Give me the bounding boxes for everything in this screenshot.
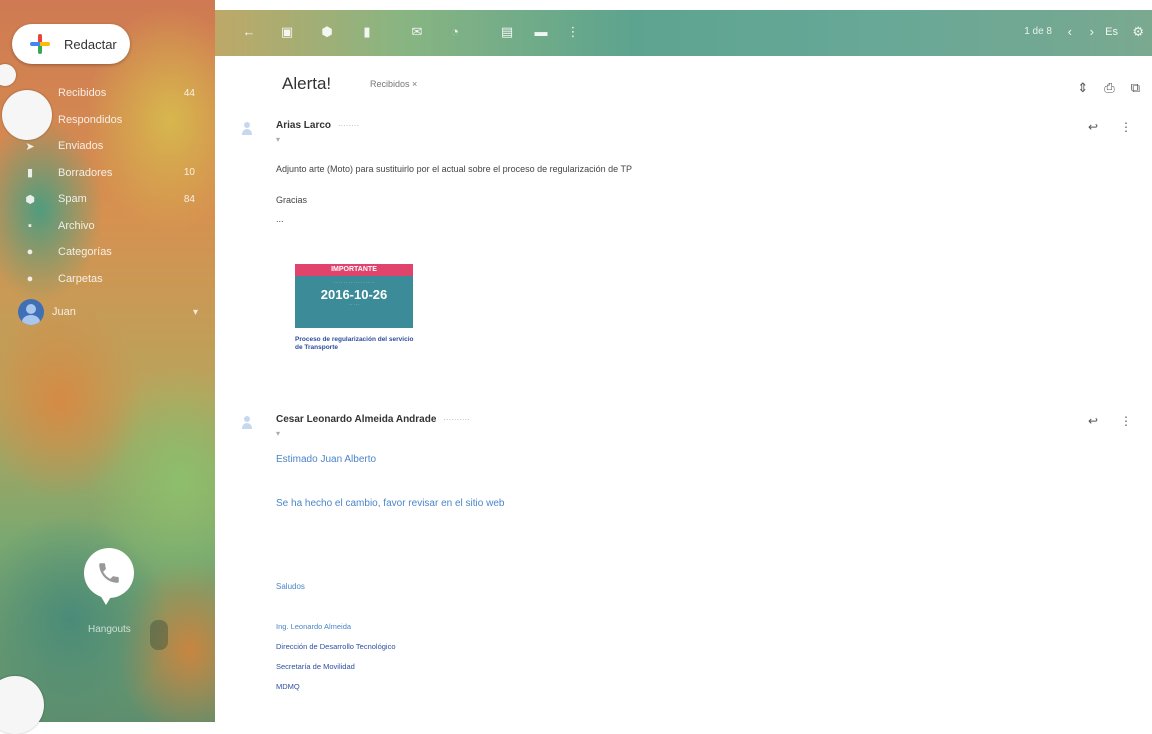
sender-label: Cesar Leonardo Almeida Andrade (276, 414, 437, 425)
hangouts-bubble (84, 548, 134, 605)
signature-name: Ing. Leonardo Almeida (276, 622, 352, 631)
phone-icon (99, 563, 119, 583)
chevron-down-icon: ▾ (192, 306, 198, 318)
more-options-icon[interactable]: ⋮ (1120, 414, 1132, 428)
sender-avatar-icon (240, 416, 254, 430)
email-message: Arias Larco ········ ▾ ↩ ⋮ Adjunto arte … (240, 120, 1140, 370)
pane-actions: ⇕ ⎙ ⧉ (1077, 80, 1140, 96)
person-icon (150, 620, 168, 650)
reply-icon[interactable]: ↩ (1088, 120, 1098, 134)
attachment-date-sub: · · · · · (348, 302, 360, 307)
message-greeting: Estimado Juan Alberto (276, 454, 377, 465)
unread-count: 44 (183, 87, 195, 99)
avatar (18, 299, 44, 325)
message-ellipsis[interactable]: ... (276, 214, 284, 224)
signature-org: MDMQ (276, 682, 300, 691)
inline-image-attachment[interactable]: IMPORTANTE · · · · · · · · · · · · · · ·… (295, 264, 421, 367)
message-body-text: Adjunto arte (Moto) para sustituirlo por… (276, 164, 633, 174)
hangouts-call-button[interactable] (84, 548, 134, 605)
folder-icon: ● (26, 272, 34, 285)
gear-icon[interactable]: ⚙ (1132, 24, 1144, 40)
back-arrow-icon[interactable]: ← (241, 25, 257, 39)
sender-address: ········ (337, 121, 360, 130)
message-actions: ↩ ⋮ (1088, 120, 1132, 134)
recipient-line[interactable]: ▾ (276, 135, 280, 144)
sidebar-item-label: Borradores (58, 166, 113, 179)
sidebar-item-label: Recibidos (58, 87, 107, 100)
email-message: Cesar Leonardo Almeida Andrade ·········… (240, 414, 1140, 714)
sidebar-item-drafts[interactable]: ▮ Borradores 10 (0, 160, 215, 187)
input-tools-icon[interactable]: Es (1105, 26, 1118, 38)
overlay-circle (2, 90, 52, 140)
add-task-icon[interactable]: ▤ (499, 25, 515, 39)
signature-secretariat: Secretaría de Movilidad (276, 662, 355, 671)
sidebar-item-categories[interactable]: ● Categorías (0, 239, 215, 266)
sidebar-item-folders[interactable]: ● Carpetas (0, 266, 215, 293)
attachment-banner: IMPORTANTE (295, 264, 413, 276)
sender-name[interactable]: Cesar Leonardo Almeida Andrade ·········… (276, 414, 470, 425)
sender-avatar-icon (240, 122, 254, 136)
open-new-window-icon[interactable]: ⧉ (1131, 80, 1140, 96)
delete-icon[interactable]: ▮ (359, 25, 375, 39)
next-page-icon[interactable]: › (1090, 24, 1094, 39)
spam-icon: ⬢ (25, 193, 35, 206)
mark-unread-icon[interactable]: ✉ (409, 25, 425, 39)
expand-icon[interactable]: ⇕ (1077, 80, 1088, 96)
print-icon[interactable]: ⎙ (1104, 80, 1114, 96)
send-icon: ➤ (25, 140, 35, 153)
unread-count: 10 (183, 167, 195, 179)
compose-button[interactable]: Redactar (12, 24, 130, 64)
attachment-date: 2016-10-26 (320, 287, 388, 302)
sidebar-item-archive[interactable]: ▪ Archivo (0, 213, 215, 240)
sender-name[interactable]: Arias Larco ········ (276, 120, 359, 131)
recipient-line[interactable]: ▾ (276, 429, 280, 438)
draft-icon: ▮ (26, 167, 34, 180)
report-spam-icon[interactable]: ⬢ (319, 25, 335, 39)
prev-page-icon[interactable]: ‹ (1068, 24, 1072, 39)
more-icon[interactable]: ⋮ (565, 25, 581, 39)
hangouts-label: Hangouts (88, 624, 131, 635)
sidebar-item-label: Enviados (58, 140, 104, 153)
sidebar-item-label: Archivo (58, 219, 95, 232)
account-switcher[interactable]: Juan ▾ (18, 298, 208, 326)
message-closing: Saludos (276, 582, 305, 591)
label-icon: ● (26, 246, 34, 259)
compose-plus-icon (28, 32, 52, 56)
message-body-text: Se ha hecho el cambio, favor revisar en … (276, 498, 505, 509)
more-options-icon[interactable]: ⋮ (1120, 120, 1132, 134)
sidebar-item-label: Spam (58, 193, 87, 206)
email-subject: Alerta! (282, 74, 332, 93)
sender-label: Arias Larco (276, 120, 332, 131)
unread-count: 84 (183, 193, 195, 205)
reading-pane: Alerta! Recibidos × ⇕ ⎙ ⧉ Arias Larco ··… (215, 56, 1152, 722)
sidebar-item-label: Respondidos (58, 113, 123, 126)
sidebar-item-label: Categorías (58, 246, 112, 259)
snooze-icon[interactable]: ◔ (447, 25, 463, 39)
compose-label: Redactar (64, 36, 117, 52)
reply-icon[interactable]: ↩ (1088, 414, 1098, 428)
attachment-subtext: · · · · · · · · · · · · · · · · · (333, 280, 375, 285)
message-thanks: Gracias (276, 195, 308, 205)
attachment-card: IMPORTANTE · · · · · · · · · · · · · · ·… (295, 264, 413, 328)
message-actions: ↩ ⋮ (1088, 414, 1132, 428)
move-to-icon[interactable]: ▬ (533, 25, 549, 39)
archive-icon: ▪ (28, 219, 32, 232)
message-toolbar: ← ▣ ⬢ ▮ ✉ ◔ ▤ ▬ ⋮ 1 de 8 ‹ › Es ⚙ (215, 10, 1152, 56)
attachment-caption: Proceso de regularización del servicio d… (295, 336, 414, 351)
sender-address: ·········· (443, 415, 470, 424)
archive-icon[interactable]: ▣ (279, 25, 295, 39)
account-name: Juan (52, 306, 76, 318)
signature-department: Dirección de Desarrollo Tecnológico (276, 642, 396, 651)
sidebar-item-spam[interactable]: ⬢ Spam 84 (0, 186, 215, 213)
pagination-count: 1 de 8 (1024, 26, 1052, 37)
label-chip[interactable]: Recibidos × (370, 79, 417, 89)
sidebar-item-label: Carpetas (58, 272, 103, 285)
